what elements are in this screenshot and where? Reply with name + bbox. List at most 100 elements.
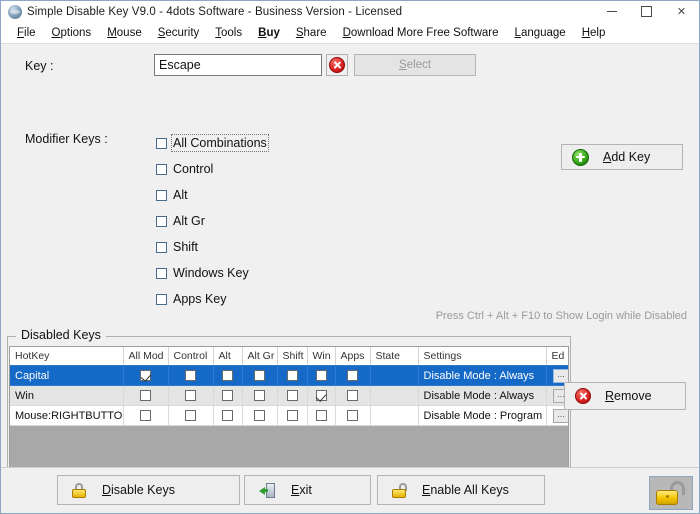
modifier-keys-list: All Combinations Control Alt Alt Gr Shif… (156, 130, 267, 312)
checkbox-alt[interactable] (156, 190, 167, 201)
clear-key-button[interactable] (326, 54, 348, 76)
menu-options[interactable]: Options (44, 25, 100, 41)
cell-all-mod[interactable] (123, 406, 168, 426)
row-checkbox-shift[interactable] (287, 370, 298, 381)
row-checkbox-all-mod[interactable] (140, 410, 151, 421)
row-checkbox-apps[interactable] (347, 370, 358, 381)
col-control[interactable]: Control (168, 347, 213, 366)
add-key-button[interactable]: Add Key (561, 144, 683, 170)
row-checkbox-shift[interactable] (287, 410, 298, 421)
application-window: Simple Disable Key V9.0 - 4dots Software… (0, 0, 700, 514)
col-state[interactable]: State (370, 347, 418, 366)
table-row[interactable]: Capital Disable Mode : Always ... (10, 366, 569, 386)
menu-buy[interactable]: Buy (250, 25, 288, 41)
menu-language[interactable]: Language (507, 25, 574, 41)
cell-alt-gr[interactable] (242, 366, 277, 386)
row-checkbox-win[interactable] (316, 410, 327, 421)
table-row[interactable]: Mouse:RIGHTBUTTON Disable Mode : Program… (10, 406, 569, 426)
row-checkbox-all-mod[interactable] (140, 390, 151, 401)
col-edit[interactable]: Ed (546, 347, 569, 366)
modifier-control[interactable]: Control (156, 156, 267, 182)
cell-all-mod[interactable] (123, 366, 168, 386)
row-checkbox-control[interactable] (185, 390, 196, 401)
row-checkbox-alt-gr[interactable] (254, 390, 265, 401)
col-hotkey[interactable]: HotKey (10, 347, 123, 366)
cell-alt[interactable] (213, 386, 242, 406)
remove-button[interactable]: Remove (564, 382, 686, 410)
modifier-label: Windows Key (173, 266, 249, 280)
enable-all-keys-button[interactable]: Enable All Keys (377, 475, 545, 505)
checkbox-shift[interactable] (156, 242, 167, 253)
cell-win[interactable] (307, 406, 335, 426)
cell-apps[interactable] (335, 406, 370, 426)
cell-alt-gr[interactable] (242, 406, 277, 426)
row-detail-button[interactable]: ... (553, 369, 570, 383)
cell-shift[interactable] (277, 366, 307, 386)
main-content: Key : Select Modifier Keys : All Combina… (1, 44, 699, 513)
row-detail-button[interactable]: ... (553, 409, 570, 423)
cell-win[interactable] (307, 386, 335, 406)
cell-hotkey: Mouse:RIGHTBUTTON (10, 406, 123, 426)
key-input[interactable] (154, 54, 322, 76)
checkbox-all-combinations[interactable] (156, 138, 167, 149)
row-checkbox-control[interactable] (185, 370, 196, 381)
cell-all-mod[interactable] (123, 386, 168, 406)
checkbox-alt-gr[interactable] (156, 216, 167, 227)
menu-file[interactable]: File (9, 25, 44, 41)
cell-win[interactable] (307, 366, 335, 386)
cell-control[interactable] (168, 386, 213, 406)
minimize-button[interactable] (594, 1, 629, 22)
menu-tools[interactable]: Tools (207, 25, 250, 41)
col-apps[interactable]: Apps (335, 347, 370, 366)
cell-apps[interactable] (335, 366, 370, 386)
disable-keys-button[interactable]: Disable Keys (57, 475, 240, 505)
cell-shift[interactable] (277, 406, 307, 426)
col-settings[interactable]: Settings (418, 347, 546, 366)
cell-control[interactable] (168, 406, 213, 426)
col-win[interactable]: Win (307, 347, 335, 366)
exit-button[interactable]: Exit (244, 475, 371, 505)
menu-security[interactable]: Security (150, 25, 208, 41)
cell-apps[interactable] (335, 386, 370, 406)
row-checkbox-alt[interactable] (222, 370, 233, 381)
minimize-icon (607, 11, 617, 12)
col-shift[interactable]: Shift (277, 347, 307, 366)
row-checkbox-alt-gr[interactable] (254, 370, 265, 381)
checkbox-apps-key[interactable] (156, 294, 167, 305)
col-alt-gr[interactable]: Alt Gr (242, 347, 277, 366)
checkbox-control[interactable] (156, 164, 167, 175)
cell-shift[interactable] (277, 386, 307, 406)
modifier-all-combinations[interactable]: All Combinations (156, 130, 267, 156)
close-button[interactable]: ✕ (664, 1, 699, 22)
menu-download-more-free-software[interactable]: Download More Free Software (335, 25, 507, 41)
row-checkbox-apps[interactable] (347, 410, 358, 421)
modifier-alt-gr[interactable]: Alt Gr (156, 208, 267, 234)
row-checkbox-alt[interactable] (222, 410, 233, 421)
menu-mouse[interactable]: Mouse (99, 25, 150, 41)
key-row: Key : Select (1, 54, 699, 82)
modifier-windows-key[interactable]: Windows Key (156, 260, 267, 286)
row-checkbox-win[interactable] (316, 370, 327, 381)
row-checkbox-win[interactable] (316, 390, 327, 401)
maximize-button[interactable] (629, 1, 664, 22)
modifier-apps-key[interactable]: Apps Key (156, 286, 267, 312)
row-checkbox-alt-gr[interactable] (254, 410, 265, 421)
row-checkbox-alt[interactable] (222, 390, 233, 401)
cell-alt[interactable] (213, 366, 242, 386)
modifier-shift[interactable]: Shift (156, 234, 267, 260)
modifier-alt[interactable]: Alt (156, 182, 267, 208)
cell-alt-gr[interactable] (242, 386, 277, 406)
cell-control[interactable] (168, 366, 213, 386)
row-checkbox-shift[interactable] (287, 390, 298, 401)
cell-alt[interactable] (213, 406, 242, 426)
row-checkbox-all-mod[interactable] (140, 370, 151, 381)
table-row[interactable]: Win Disable Mode : Always ... (10, 386, 569, 406)
menu-share[interactable]: Share (288, 25, 335, 41)
row-checkbox-control[interactable] (185, 410, 196, 421)
menu-help[interactable]: Help (574, 25, 614, 41)
row-checkbox-apps[interactable] (347, 390, 358, 401)
select-button[interactable]: Select (354, 54, 476, 76)
checkbox-windows-key[interactable] (156, 268, 167, 279)
col-alt[interactable]: Alt (213, 347, 242, 366)
col-all-mod[interactable]: All Mod (123, 347, 168, 366)
